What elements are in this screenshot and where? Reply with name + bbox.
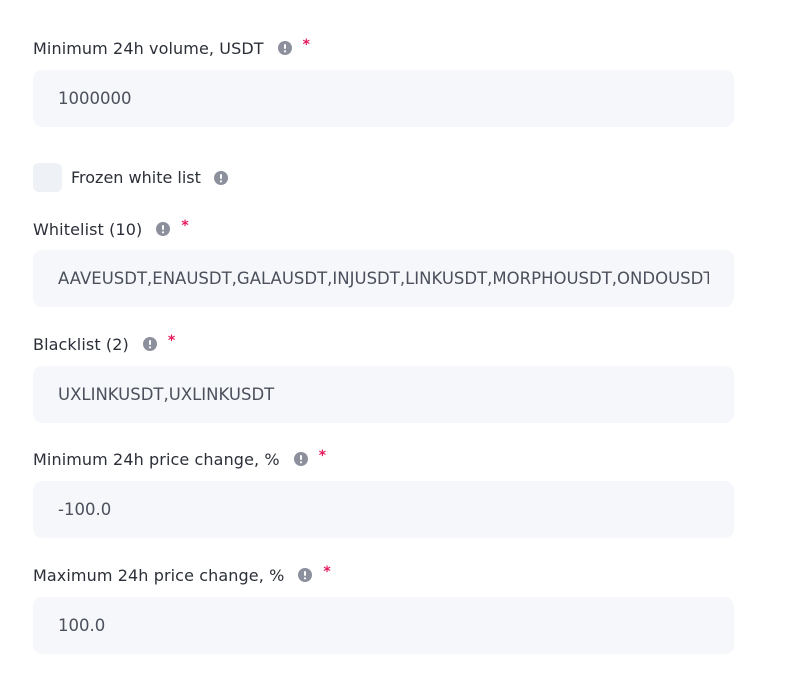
max-price-change-field xyxy=(33,597,734,654)
whitelist-input[interactable] xyxy=(58,269,709,288)
min-price-change-label: Minimum 24h price change, % xyxy=(33,449,280,469)
max-price-change-input[interactable] xyxy=(58,616,709,635)
info-icon[interactable] xyxy=(293,452,308,466)
required-asterisk: * xyxy=(181,218,189,234)
blacklist-label: Blacklist (2) xyxy=(33,334,129,354)
whitelist-label-row: Whitelist (10) * xyxy=(33,218,189,240)
required-asterisk: * xyxy=(318,448,327,464)
info-icon[interactable] xyxy=(298,568,313,582)
max-price-change-label-row: Maximum 24h price change, % * xyxy=(33,564,331,586)
min-volume-input[interactable] xyxy=(58,89,709,108)
frozen-whitelist-checkbox[interactable] xyxy=(33,163,62,192)
blacklist-field xyxy=(33,366,734,423)
min-price-change-input[interactable] xyxy=(58,500,709,519)
min-price-change-label-row: Minimum 24h price change, % * xyxy=(33,448,326,470)
frozen-whitelist-row: Frozen white list xyxy=(33,163,228,192)
min-volume-field xyxy=(33,70,734,127)
info-icon[interactable] xyxy=(277,41,292,55)
blacklist-label-row: Blacklist (2) * xyxy=(33,333,175,355)
info-icon[interactable] xyxy=(213,170,228,185)
required-asterisk: * xyxy=(323,564,331,580)
whitelist-label: Whitelist (10) xyxy=(33,219,143,239)
whitelist-field xyxy=(33,250,734,307)
min-volume-label-row: Minimum 24h volume, USDT * xyxy=(33,37,310,59)
info-icon[interactable] xyxy=(142,337,157,351)
info-icon[interactable] xyxy=(156,222,171,236)
required-asterisk: * xyxy=(167,333,176,349)
required-asterisk: * xyxy=(302,37,310,53)
settings-form: Minimum 24h volume, USDT * Frozen white … xyxy=(0,0,803,685)
min-volume-label: Minimum 24h volume, USDT xyxy=(33,38,264,58)
max-price-change-label: Maximum 24h price change, % xyxy=(33,565,285,585)
frozen-whitelist-label: Frozen white list xyxy=(71,168,201,187)
min-price-change-field xyxy=(33,481,734,538)
blacklist-input[interactable] xyxy=(58,385,709,404)
